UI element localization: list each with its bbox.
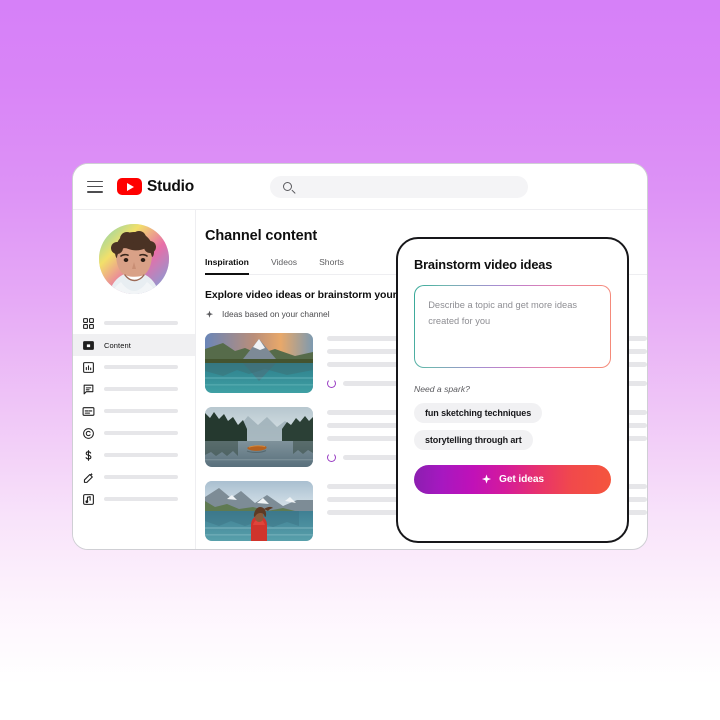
progress-ring-icon: [327, 453, 336, 462]
sidebar-item-label-placeholder: [104, 409, 178, 413]
brand-name: Studio: [147, 177, 195, 195]
tab-inspiration[interactable]: Inspiration: [205, 257, 249, 275]
sidebar-item-audio-library[interactable]: [73, 488, 195, 510]
woman-red-jacket-mountain-lake-thumbnail[interactable]: [205, 481, 313, 541]
comments-icon: [82, 383, 95, 396]
suggestion-chip-1[interactable]: fun sketching techniques: [414, 403, 543, 423]
topic-textarea-frame: Describe a topic and get more ideas crea…: [414, 285, 611, 368]
content-icon: [82, 339, 95, 352]
sidebar-item-copyright[interactable]: [73, 422, 195, 444]
ideas-source-label: Ideas based on your channel: [222, 309, 330, 319]
brainstorm-video-ideas-dialog: Brainstorm video ideas Describe a topic …: [396, 237, 629, 543]
audio-library-icon: [82, 493, 95, 506]
earn-icon: [82, 449, 95, 462]
dashboard-icon: [82, 317, 95, 330]
sidebar-item-subtitles[interactable]: [73, 400, 195, 422]
matterhorn-lake-reflection-thumbnail[interactable]: [205, 333, 313, 393]
sidebar-item-analytics[interactable]: [73, 356, 195, 378]
sidebar-item-label-placeholder: [104, 431, 178, 435]
sidebar: Content: [73, 210, 195, 549]
sidebar-item-label-placeholder: [104, 387, 178, 391]
topic-textarea[interactable]: Describe a topic and get more ideas crea…: [415, 286, 610, 367]
get-ideas-label: Get ideas: [499, 474, 544, 485]
sidebar-item-dashboard[interactable]: [73, 312, 195, 334]
sidebar-item-label-placeholder: [104, 365, 178, 369]
search-icon: [283, 182, 293, 191]
app-header: Studio: [73, 164, 647, 210]
topic-textarea-placeholder: Describe a topic and get more ideas crea…: [428, 300, 578, 327]
need-a-spark-label: Need a spark?: [414, 384, 470, 394]
youtube-logo-icon: [117, 178, 142, 195]
sidebar-item-comments[interactable]: [73, 378, 195, 400]
tab-shorts[interactable]: Shorts: [319, 257, 344, 274]
suggestion-chips: fun sketching techniques storytelling th…: [414, 403, 611, 457]
sidebar-item-label-placeholder: [104, 475, 178, 479]
sidebar-item-label-placeholder: [104, 453, 178, 457]
suggestion-chip-2[interactable]: storytelling through art: [414, 430, 533, 450]
copyright-icon: [82, 427, 95, 440]
screenshot-stage: Studio Content Channel content Inspirati…: [0, 0, 720, 720]
analytics-icon: [82, 361, 95, 374]
sidebar-item-customization[interactable]: [73, 466, 195, 488]
subtitles-icon: [82, 405, 95, 418]
sidebar-item-content-label: Content: [104, 340, 131, 350]
sidebar-item-label-placeholder: [104, 497, 178, 501]
sparkle-icon: [205, 310, 214, 319]
canoe-misty-lake-forest-thumbnail[interactable]: [205, 407, 313, 467]
avatar[interactable]: [99, 224, 169, 294]
hamburger-icon[interactable]: [87, 180, 103, 193]
dialog-title: Brainstorm video ideas: [414, 257, 553, 272]
sidebar-item-content[interactable]: Content: [73, 334, 195, 356]
progress-ring-icon: [327, 379, 336, 388]
customization-icon: [82, 471, 95, 484]
tab-videos[interactable]: Videos: [271, 257, 297, 274]
sidebar-item-earn[interactable]: [73, 444, 195, 466]
sparkle-icon: [481, 474, 492, 485]
sidebar-item-label-placeholder: [104, 321, 178, 325]
avatar-wrap: [73, 224, 195, 294]
studio-brand[interactable]: Studio: [117, 178, 194, 196]
search-input[interactable]: [270, 175, 529, 198]
get-ideas-button[interactable]: Get ideas: [414, 465, 611, 494]
